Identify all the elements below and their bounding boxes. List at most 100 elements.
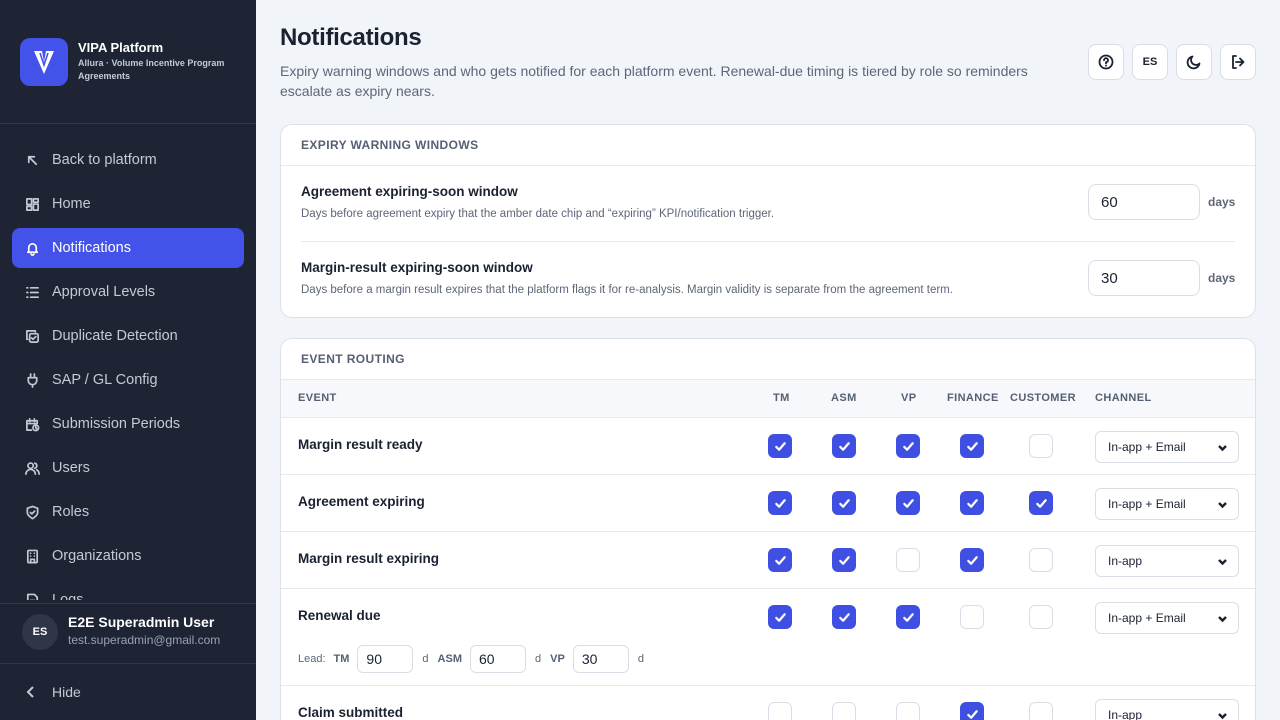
- margin-window-input[interactable]: [1088, 260, 1200, 296]
- logout-icon: [1232, 55, 1245, 69]
- sidebar-item-label: Submission Periods: [52, 416, 181, 432]
- checkbox-tm[interactable]: [768, 548, 792, 572]
- header-actions: ES: [1088, 44, 1256, 80]
- sidebar-item-label: SAP / GL Config: [52, 372, 158, 388]
- setting-unit: days: [1208, 271, 1236, 285]
- channel-select[interactable]: In-app + Email: [1095, 431, 1239, 463]
- sidebar-item-home[interactable]: Home: [12, 184, 244, 224]
- lead-asm-input[interactable]: [470, 645, 526, 673]
- sidebar-item-approval-levels[interactable]: Approval Levels: [12, 272, 244, 312]
- shield-icon: [24, 504, 40, 520]
- sidebar-item-label: Roles: [52, 504, 90, 520]
- check-icon: [838, 612, 850, 622]
- check-icon: [838, 441, 850, 451]
- setting-unit: days: [1208, 195, 1236, 209]
- setting-label: Margin-result expiring-soon window: [301, 260, 533, 275]
- channel-select[interactable]: In-app: [1095, 545, 1239, 577]
- event-name: Margin result ready: [298, 437, 423, 452]
- lead-vp-input[interactable]: [572, 645, 629, 673]
- sidebar-item-label: Notifications: [52, 240, 131, 256]
- sidebar-item-organizations[interactable]: Organizations: [12, 536, 244, 576]
- sidebar-item-back-to-platform[interactable]: Back to platform: [12, 140, 244, 180]
- checkbox-tm[interactable]: [768, 605, 792, 629]
- checkbox-customer[interactable]: [1029, 548, 1053, 572]
- checkbox-tm[interactable]: [768, 702, 792, 720]
- check-icon: [774, 612, 786, 622]
- checkbox-asm[interactable]: [832, 605, 856, 629]
- checkbox-finance[interactable]: [960, 702, 984, 720]
- channel-select[interactable]: In-app + Email: [1095, 488, 1239, 520]
- chevron-down-icon: [1217, 556, 1228, 567]
- event-routing-card: EVENT ROUTING EVENT TM ASM VP FINANCE CU…: [280, 338, 1256, 720]
- checkbox-vp[interactable]: [896, 702, 920, 720]
- checkbox-asm[interactable]: [832, 434, 856, 458]
- checkbox-asm[interactable]: [832, 702, 856, 720]
- col-event: EVENT: [298, 392, 337, 404]
- sidebar-item-label: Approval Levels: [52, 284, 156, 300]
- agreement-window-input[interactable]: [1088, 184, 1200, 220]
- user-profile[interactable]: ES E2E Superadmin User test.superadmin@g…: [0, 603, 256, 664]
- theme-toggle-button[interactable]: [1176, 44, 1212, 80]
- setting-help: Days before a margin result expires that…: [301, 284, 953, 296]
- chevron-down-icon: [1217, 710, 1228, 720]
- check-icon: [902, 441, 914, 451]
- sidebar-item-label: Users: [52, 460, 90, 476]
- event-name: Claim submitted: [298, 705, 404, 720]
- checkbox-tm[interactable]: [768, 434, 792, 458]
- avatar: ES: [22, 614, 58, 650]
- sidebar-item-label: Organizations: [52, 548, 142, 564]
- checkbox-vp[interactable]: [896, 605, 920, 629]
- lead-tm-input[interactable]: [357, 645, 414, 673]
- check-icon: [966, 441, 978, 451]
- checkbox-customer[interactable]: [1029, 702, 1053, 720]
- language-button[interactable]: ES: [1132, 44, 1168, 80]
- checkbox-finance[interactable]: [960, 605, 984, 629]
- grid-icon: [24, 196, 40, 212]
- sidebar-item-sap-gl-config[interactable]: SAP / GL Config: [12, 360, 244, 400]
- arrow-up-left-icon: [24, 152, 40, 168]
- channel-select[interactable]: In-app: [1095, 699, 1239, 720]
- channel-select[interactable]: In-app + Email: [1095, 602, 1239, 634]
- checkbox-customer[interactable]: [1029, 491, 1053, 515]
- checkbox-finance[interactable]: [960, 548, 984, 572]
- sidebar-item-users[interactable]: Users: [12, 448, 244, 488]
- checkbox-asm[interactable]: [832, 491, 856, 515]
- sidebar-item-submission-periods[interactable]: Submission Periods: [12, 404, 244, 444]
- help-icon: [1098, 54, 1114, 70]
- checkbox-vp[interactable]: [896, 434, 920, 458]
- check-icon: [902, 612, 914, 622]
- brand-subtitle: Allura · Volume Incentive Program Agreem…: [78, 58, 225, 81]
- col-tm: TM: [773, 392, 790, 404]
- sidebar-item-roles[interactable]: Roles: [12, 492, 244, 532]
- sidebar-item-duplicate-detection[interactable]: Duplicate Detection: [12, 316, 244, 356]
- table-row: Agreement expiring In-app + Email: [281, 475, 1255, 532]
- check-icon: [902, 498, 914, 508]
- expiry-card-title: EXPIRY WARNING WINDOWS: [281, 125, 1255, 166]
- check-icon: [966, 498, 978, 508]
- sidebar-item-label: Logs: [52, 592, 84, 600]
- brand-name: VIPA Platform: [78, 40, 164, 55]
- checkbox-asm[interactable]: [832, 548, 856, 572]
- checkbox-finance[interactable]: [960, 491, 984, 515]
- lead-asm-label: ASM: [437, 653, 462, 665]
- sidebar-item-logs[interactable]: Logs: [12, 580, 244, 600]
- table-row: Claim submitted In-app: [281, 686, 1255, 720]
- hide-sidebar-button[interactable]: Hide: [20, 678, 81, 706]
- checkbox-vp[interactable]: [896, 491, 920, 515]
- checkbox-tm[interactable]: [768, 491, 792, 515]
- checkbox-customer[interactable]: [1029, 434, 1053, 458]
- channel-value: In-app + Email: [1108, 611, 1186, 625]
- sidebar-item-notifications[interactable]: Notifications: [12, 228, 244, 268]
- col-asm: ASM: [831, 392, 857, 404]
- checkbox-vp[interactable]: [896, 548, 920, 572]
- lead-unit: d: [422, 653, 429, 665]
- check-icon: [1035, 498, 1047, 508]
- sidebar-item-label: Back to platform: [52, 152, 157, 168]
- checkbox-customer[interactable]: [1029, 605, 1053, 629]
- help-button[interactable]: [1088, 44, 1124, 80]
- building-icon: [24, 548, 40, 564]
- checkbox-finance[interactable]: [960, 434, 984, 458]
- hide-label: Hide: [52, 684, 81, 700]
- moon-icon: [1186, 55, 1201, 70]
- logout-button[interactable]: [1220, 44, 1256, 80]
